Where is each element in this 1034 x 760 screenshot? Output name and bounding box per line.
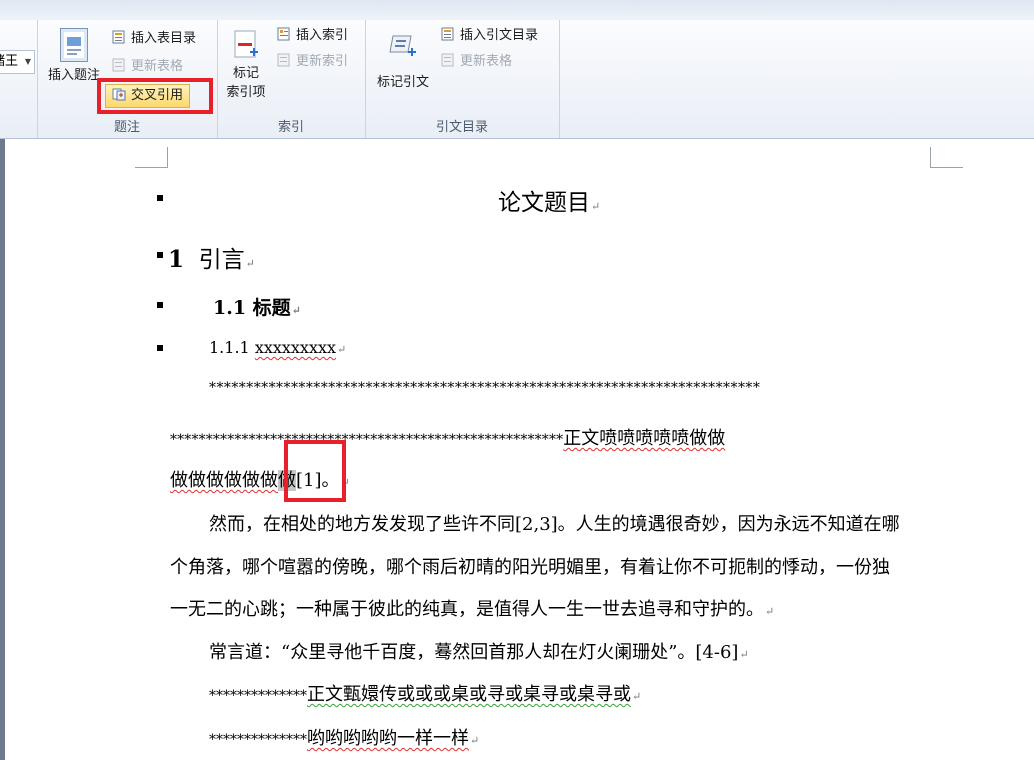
insert-caption-button[interactable]: 插入题注	[43, 28, 105, 85]
update-table-button[interactable]: 更新表格	[112, 56, 183, 78]
paragraph-mark-icon: ↵	[765, 605, 775, 618]
insert-caption-icon	[60, 28, 88, 62]
insert-index-icon	[277, 27, 291, 41]
table-of-authorities-icon	[441, 27, 455, 41]
ribbon-references: 储王 ▼ 插入题注 插入表目录 更新表格 交叉引用 题注	[0, 20, 1034, 139]
cross-reference-icon	[112, 87, 126, 101]
paragraph-mark-icon: ↵	[739, 648, 749, 661]
caption-group-label: 题注	[113, 120, 140, 135]
crop-mark-left	[135, 147, 168, 168]
paragraph-mark-icon: ↵	[470, 734, 480, 747]
citation-reference[interactable]: [1]	[296, 470, 322, 491]
mark-citation-button[interactable]: 标记引文	[369, 28, 437, 92]
paragraph-mark-icon: ↵	[337, 343, 347, 356]
ribbon-group-index: 标记 索引项 插入索引 更新索引 索引	[217, 20, 366, 138]
heading-3[interactable]: 1.1.1 xxxxxxxxx↵	[209, 338, 346, 357]
mark-citation-label: 标记引文	[376, 75, 429, 90]
ribbon-tab-strip	[0, 0, 1034, 21]
paragraph-bullet	[157, 195, 163, 201]
mark-entry-label-line2: 索引项	[226, 85, 266, 100]
paragraph-mark-icon: ↵	[591, 200, 601, 213]
paragraph-mark-icon: ↵	[245, 257, 255, 270]
style-dropdown-value: 储王	[0, 54, 19, 69]
update-table-icon	[112, 58, 126, 72]
paragraph-bullet	[157, 345, 163, 351]
update-index-icon	[277, 53, 291, 67]
paragraph-4-text: 正文甄嬛传或或或桌或寻或桌寻或桌寻或	[307, 684, 631, 705]
insert-table-of-authorities-label: 插入引文目录	[460, 28, 539, 43]
paragraph-1-line-1[interactable]: ****************************************…	[209, 380, 760, 396]
paragraph-1-line-3[interactable]: 做做做做做做做[1]。↵	[170, 466, 350, 492]
heading-2[interactable]: 1.1 标题↵	[213, 293, 301, 320]
citations-group-label: 引文目录	[435, 120, 488, 135]
chevron-down-icon: ▼	[24, 57, 31, 66]
paragraph-1-line-2[interactable]: ****************************************…	[170, 424, 725, 450]
insert-table-of-figures-label: 插入表目录	[131, 31, 197, 46]
paragraph-3-text: 常言道：“众里寻他千百度，蓦然回首那人却在灯火阑珊处”。[4-6]	[209, 642, 739, 663]
crop-mark-right	[930, 147, 963, 168]
page-left-edge	[0, 139, 5, 760]
paragraph-mark-icon: ↵	[632, 690, 642, 703]
heading-1[interactable]: 1 引言↵	[168, 240, 255, 274]
heading-3-number: 1.1.1	[209, 338, 250, 357]
paragraph-bullet	[157, 302, 163, 308]
paragraph-mark-icon: ↵	[340, 476, 350, 489]
paragraph-1-stars: ****************************************…	[170, 432, 564, 448]
paragraph-mark-icon: ↵	[291, 304, 301, 317]
mark-citation-icon	[386, 28, 420, 62]
paragraph-5-stars: **************	[209, 732, 307, 748]
ribbon-group-caption: 插入题注 插入表目录 更新表格 交叉引用 题注	[37, 20, 218, 138]
paragraph-2-line-2[interactable]: 个角落，哪个喧嚣的傍晚，哪个雨后初晴的阳光明媚里，有着让你不可扼制的悸动，一份独	[170, 553, 890, 579]
paragraph-bullet	[157, 252, 163, 258]
insert-table-of-authorities-button[interactable]: 插入引文目录	[441, 25, 538, 47]
update-table-of-authorities-label: 更新表格	[460, 54, 513, 69]
paragraph-1-text-cont: 做做做做做做	[170, 470, 278, 491]
paragraph-3[interactable]: 常言道：“众里寻他千百度，蓦然回首那人却在灯火阑珊处”。[4-6]↵	[209, 638, 749, 664]
update-table-of-authorities-button[interactable]: 更新表格	[441, 51, 512, 73]
heading-3-text: xxxxxxxxx	[254, 338, 337, 357]
ribbon-group-citations: 标记引文 插入引文目录 更新表格 引文目录	[365, 20, 560, 138]
mark-entry-button[interactable]: 标记 索引项	[219, 28, 273, 102]
update-authorities-icon	[441, 53, 455, 67]
cross-reference-label: 交叉引用	[131, 88, 184, 103]
paragraph-2-line-1[interactable]: 然而，在相处的地方发发现了些许不同[2,3]。人生的境遇很奇妙，因为永远不知道在…	[209, 510, 900, 536]
insert-index-button[interactable]: 插入索引	[277, 25, 348, 47]
paragraph-2-text-end: 一无二的心跳；一种属于彼此的纯真，是值得人一生一世去追寻和守护的。	[170, 599, 764, 620]
ribbon-group-partial: 储王 ▼	[0, 20, 38, 138]
heading-1-text: 引言	[198, 247, 245, 273]
update-index-label: 更新索引	[296, 54, 349, 69]
paragraph-2-line-3[interactable]: 一无二的心跳；一种属于彼此的纯真，是值得人一生一世去追寻和守护的。↵	[170, 595, 774, 621]
insert-table-of-figures-button[interactable]: 插入表目录	[112, 28, 196, 50]
mark-entry-label-line1: 标记	[232, 66, 259, 81]
insert-index-label: 插入索引	[296, 28, 349, 43]
paragraph-5-text: 哟哟哟哟哟一样一样	[307, 728, 469, 749]
document-title-text: 论文题目	[498, 190, 590, 216]
paragraph-5[interactable]: **************哟哟哟哟哟一样一样↵	[209, 724, 479, 750]
index-group-label: 索引	[277, 120, 304, 135]
paragraph-1-end: 。	[321, 470, 340, 491]
document-title[interactable]: 论文题目↵	[498, 183, 600, 217]
style-dropdown[interactable]: 储王 ▼	[0, 50, 35, 74]
paragraph-4[interactable]: **************正文甄嬛传或或或桌或寻或桌寻或桌寻或↵	[209, 680, 641, 706]
update-index-button[interactable]: 更新索引	[277, 51, 348, 73]
insert-caption-label: 插入题注	[47, 68, 100, 83]
paragraph-4-stars: **************	[209, 688, 307, 704]
paragraph-1-text: 正文喷喷喷喷喷做做	[563, 428, 726, 449]
table-of-figures-icon	[112, 30, 126, 44]
selected-text: 做	[278, 470, 296, 491]
update-table-label: 更新表格	[131, 59, 184, 74]
cross-reference-button[interactable]: 交叉引用	[105, 84, 191, 108]
heading-2-text: 1.1 标题	[213, 297, 291, 319]
heading-1-number: 1	[168, 246, 185, 273]
mark-entry-icon	[229, 28, 263, 62]
